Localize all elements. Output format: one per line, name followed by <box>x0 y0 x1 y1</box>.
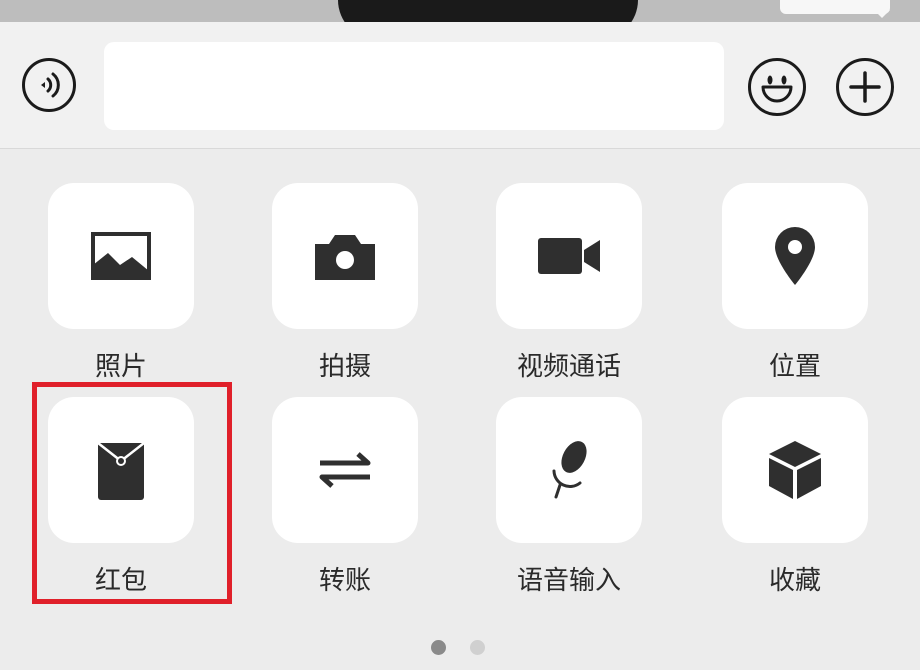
message-input[interactable] <box>104 42 724 130</box>
plus-icon <box>849 71 881 103</box>
location-action-button[interactable] <box>722 183 868 329</box>
video-call-icon <box>538 238 600 274</box>
red-packet-icon <box>97 442 145 500</box>
transfer-action-label: 转账 <box>318 566 371 596</box>
favorites-icon <box>769 441 821 499</box>
favorites-action-button[interactable] <box>722 397 868 543</box>
emoji-button[interactable] <box>748 58 806 116</box>
voice-icon <box>41 72 60 98</box>
camera-action-button[interactable] <box>272 183 418 329</box>
chat-background-strip <box>0 0 920 22</box>
red-packet-action-label: 红包 <box>94 566 147 596</box>
more-functions-button[interactable] <box>836 58 894 116</box>
voice-input-action-button[interactable] <box>496 397 642 543</box>
photo-icon <box>91 232 151 280</box>
location-icon <box>775 227 815 285</box>
page-indicator-dot-active[interactable] <box>431 640 446 655</box>
transfer-action-button[interactable] <box>272 397 418 543</box>
video-call-action-button[interactable] <box>496 183 642 329</box>
microphone-icon <box>552 441 587 499</box>
red-packet-action-button[interactable] <box>48 397 194 543</box>
photo-action-label: 照片 <box>94 352 147 382</box>
photo-action-button[interactable] <box>48 183 194 329</box>
voice-toggle-button[interactable] <box>22 58 76 112</box>
background-photo <box>338 0 638 22</box>
chat-input-bar <box>0 22 920 149</box>
emoji-icon <box>761 75 793 103</box>
camera-icon <box>315 235 375 280</box>
favorites-action-label: 收藏 <box>768 566 821 596</box>
camera-action-label: 拍摄 <box>318 352 371 382</box>
message-bubble-tail <box>874 10 890 18</box>
video-call-action-label: 视频通话 <box>516 352 621 382</box>
voice-input-action-label: 语音输入 <box>516 566 621 596</box>
page-indicator-dot[interactable] <box>470 640 485 655</box>
transfer-icon <box>319 452 371 488</box>
location-action-label: 位置 <box>768 352 821 382</box>
